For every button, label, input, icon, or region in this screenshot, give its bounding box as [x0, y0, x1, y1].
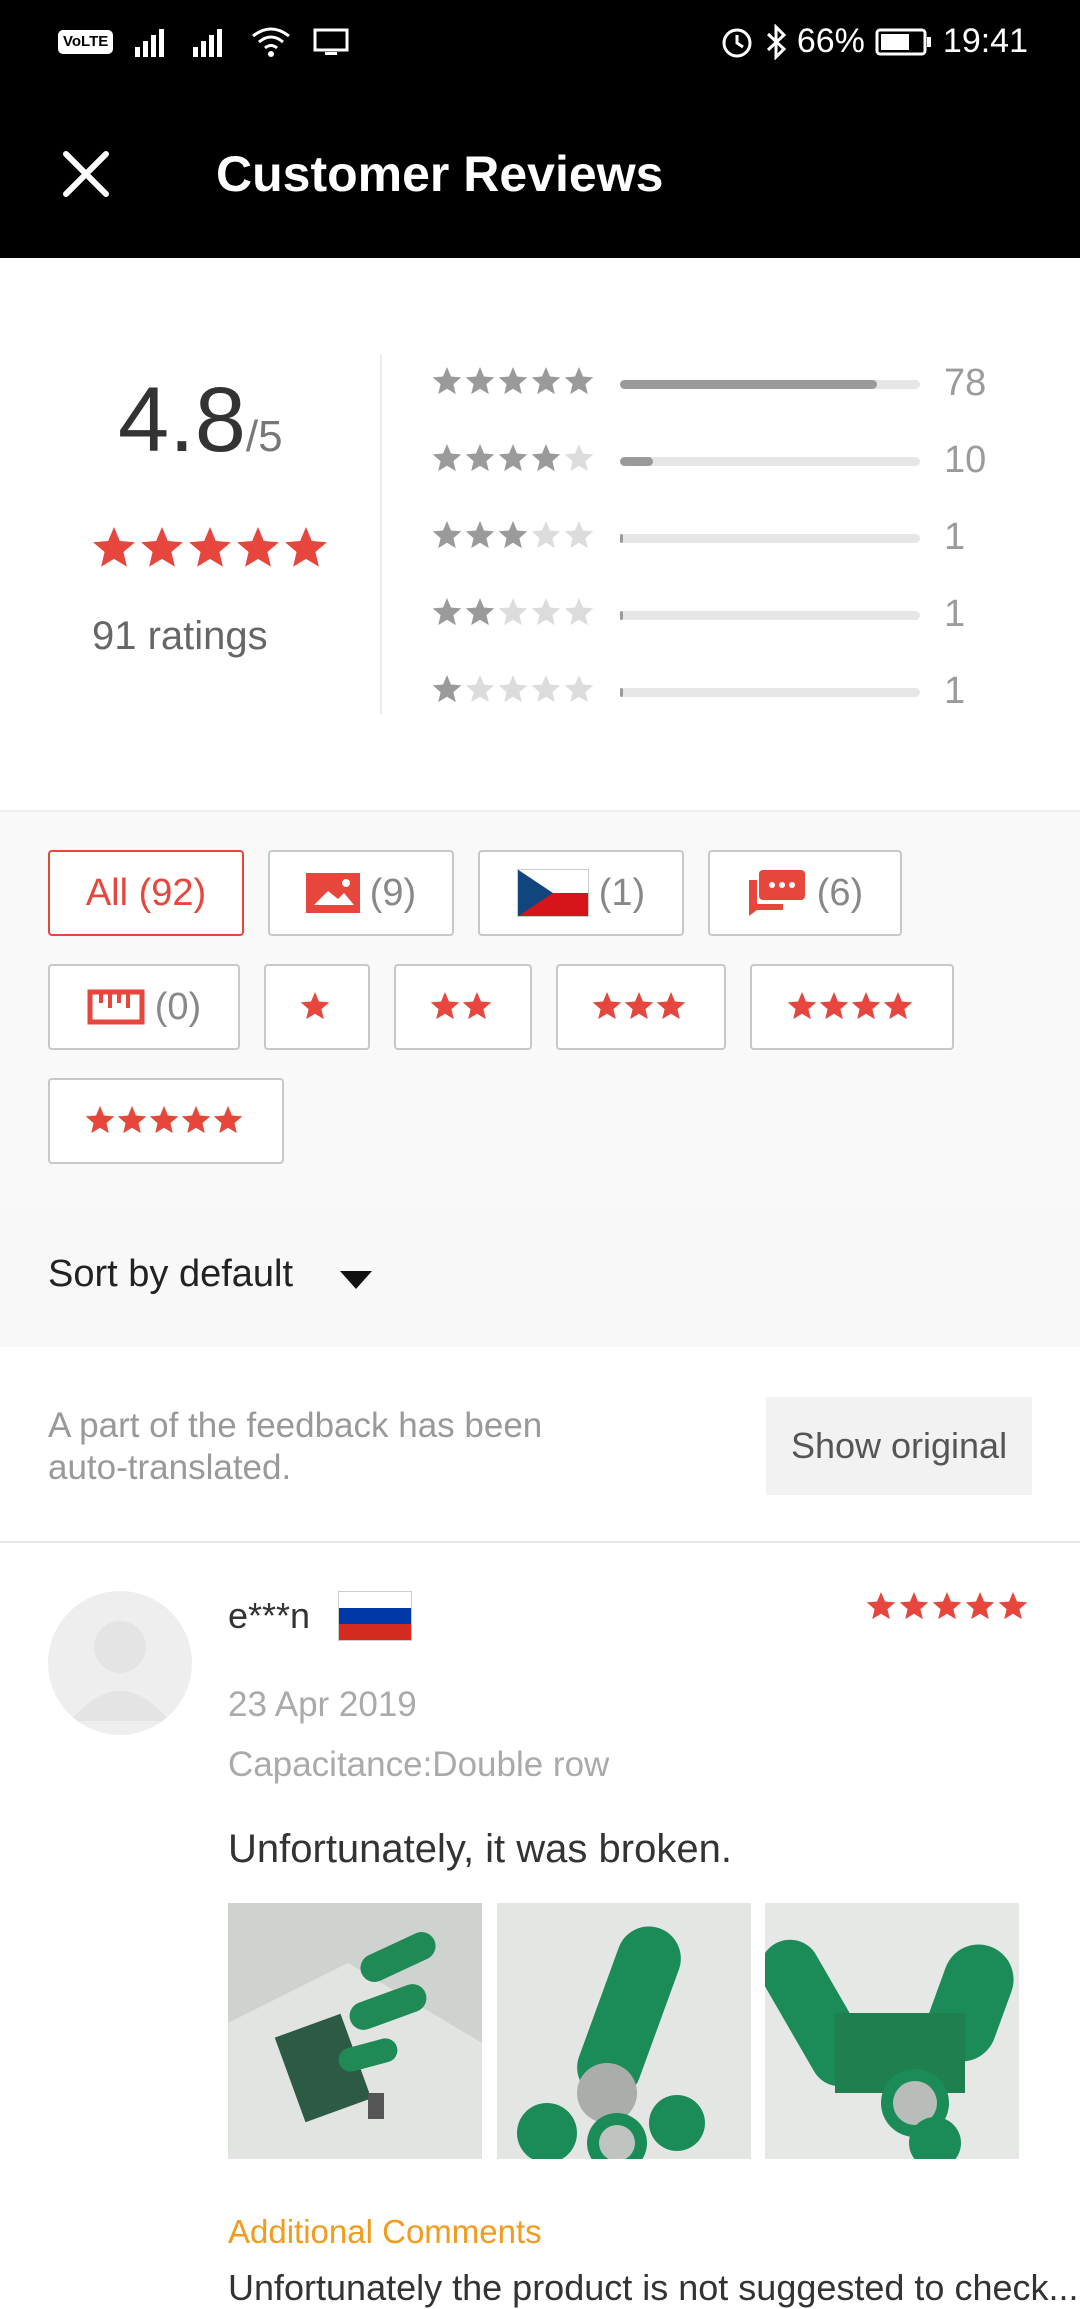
clock: 19:41	[942, 22, 1028, 60]
distribution-bar	[620, 534, 920, 543]
filter-comments-label: (6)	[816, 871, 864, 914]
filter-chips: All (92) (9) (1) (6) (0)	[0, 810, 1080, 1209]
status-bar: VoLTE 66% 19:41	[0, 0, 1080, 90]
filter-all-chip[interactable]: All (92)	[48, 850, 244, 936]
signal-icon-2	[193, 29, 223, 57]
battery-percent: 66%	[796, 22, 865, 60]
distribution-bar	[620, 688, 920, 697]
filter-1-star-chip[interactable]	[264, 964, 370, 1050]
filter-country-label: (1)	[598, 871, 646, 914]
one-star-icon	[300, 992, 330, 1020]
filter-5-star-chip[interactable]	[48, 1078, 284, 1164]
translation-note: A part of the feedback has been auto-tra…	[48, 1406, 543, 1487]
additional-comments-label: Additional Comments	[228, 2213, 542, 2250]
filter-3-star-chip[interactable]	[556, 964, 726, 1050]
distribution-bar-fill	[620, 457, 653, 466]
review-photo-1[interactable]	[228, 1903, 482, 2159]
show-original-button[interactable]: Show original	[766, 1397, 1032, 1495]
distribution-bar	[620, 457, 920, 466]
distribution-count: 78	[944, 362, 987, 404]
russia-flag-icon	[338, 1591, 412, 1641]
summary-divider	[380, 354, 382, 714]
distribution-count: 1	[944, 516, 966, 558]
sort-dropdown[interactable]: Sort by default	[0, 1207, 1080, 1347]
distribution-row: 1	[432, 508, 992, 568]
review-item: e***n 23 Apr 2019 Capacitance:Double row…	[0, 1543, 1080, 2308]
photo-icon	[305, 873, 360, 913]
review-date: 23 Apr 2019	[228, 1685, 417, 1724]
distribution-row: 78	[432, 354, 992, 414]
status-left: VoLTE	[58, 26, 349, 58]
app-bar: Customer Reviews	[0, 90, 1080, 258]
distribution-stars-icon	[432, 444, 594, 472]
translation-notice: A part of the feedback has been auto-tra…	[0, 1347, 1080, 1543]
capacitor-photo-icon	[497, 1903, 751, 2159]
avatar	[48, 1591, 192, 1735]
filter-photos-label: (9)	[369, 871, 417, 914]
distribution-stars-icon	[432, 367, 594, 395]
two-star-icon	[430, 992, 492, 1020]
filter-all-label: All (92)	[85, 871, 207, 914]
distribution-stars-icon	[432, 521, 594, 549]
three-star-icon	[592, 992, 686, 1020]
bluetooth-icon	[766, 23, 786, 60]
distribution-count: 1	[944, 670, 966, 712]
filter-comments-chip[interactable]: (6)	[708, 850, 902, 936]
review-variant: Capacitance:Double row	[228, 1745, 610, 1784]
distribution-bar-fill	[620, 534, 624, 543]
volte-badge: VoLTE	[58, 30, 114, 54]
alarm-icon	[722, 28, 752, 57]
screen-cast-icon	[313, 28, 349, 55]
average-score: 4.8/5	[118, 368, 283, 473]
distribution-bar	[620, 380, 920, 389]
four-star-icon	[787, 992, 913, 1020]
distribution-row: 1	[432, 585, 992, 645]
default-avatar-icon	[70, 1621, 170, 1721]
distribution-bar-fill	[620, 688, 624, 697]
additional-comments-text: Unfortunately the product is not suggest…	[228, 2267, 1079, 2308]
distribution-stars-icon	[432, 598, 594, 626]
signal-icon	[135, 29, 165, 57]
distribution-bar-fill	[620, 611, 624, 620]
score-suffix: /5	[245, 412, 283, 461]
czech-flag-icon	[516, 869, 589, 917]
distribution-count: 10	[944, 439, 987, 481]
review-photo-2[interactable]	[497, 1903, 751, 2159]
ratings-count: 91 ratings	[92, 614, 268, 658]
review-author: e***n	[228, 1595, 311, 1636]
filter-country-chip[interactable]: (1)	[478, 850, 684, 936]
caret-down-icon	[340, 1271, 372, 1289]
average-stars-icon	[93, 527, 327, 567]
close-icon[interactable]	[56, 144, 116, 204]
rating-summary: 4.8/5 91 ratings 78 10 1 1 1	[0, 258, 1080, 810]
status-right: 66% 19:41	[719, 22, 1028, 61]
distribution-bar-fill	[620, 380, 878, 389]
distribution-row: 1	[432, 662, 992, 722]
filter-size-chip[interactable]: (0)	[48, 964, 240, 1050]
review-stars-icon	[866, 1592, 1028, 1620]
battery-icon	[875, 28, 931, 55]
filter-size-label: (0)	[154, 985, 202, 1028]
distribution-count: 1	[944, 593, 966, 635]
sort-label: Sort by default	[48, 1253, 294, 1295]
wifi-icon	[252, 27, 291, 57]
filter-2-star-chip[interactable]	[394, 964, 532, 1050]
capacitor-photo-icon	[228, 1903, 482, 2159]
filter-4-star-chip[interactable]	[750, 964, 954, 1050]
review-photo-3[interactable]	[765, 1903, 1019, 2159]
filter-photos-chip[interactable]: (9)	[268, 850, 454, 936]
five-star-icon	[85, 1106, 243, 1134]
score-value: 4.8	[118, 369, 246, 471]
comments-icon	[748, 870, 805, 916]
distribution-row: 10	[432, 431, 992, 491]
distribution-stars-icon	[432, 675, 594, 703]
distribution-bar	[620, 611, 920, 620]
review-text: Unfortunately, it was broken.	[228, 1827, 732, 1871]
page-title: Customer Reviews	[216, 146, 664, 202]
ruler-icon	[87, 989, 145, 1025]
capacitor-photo-icon	[765, 1903, 1019, 2159]
